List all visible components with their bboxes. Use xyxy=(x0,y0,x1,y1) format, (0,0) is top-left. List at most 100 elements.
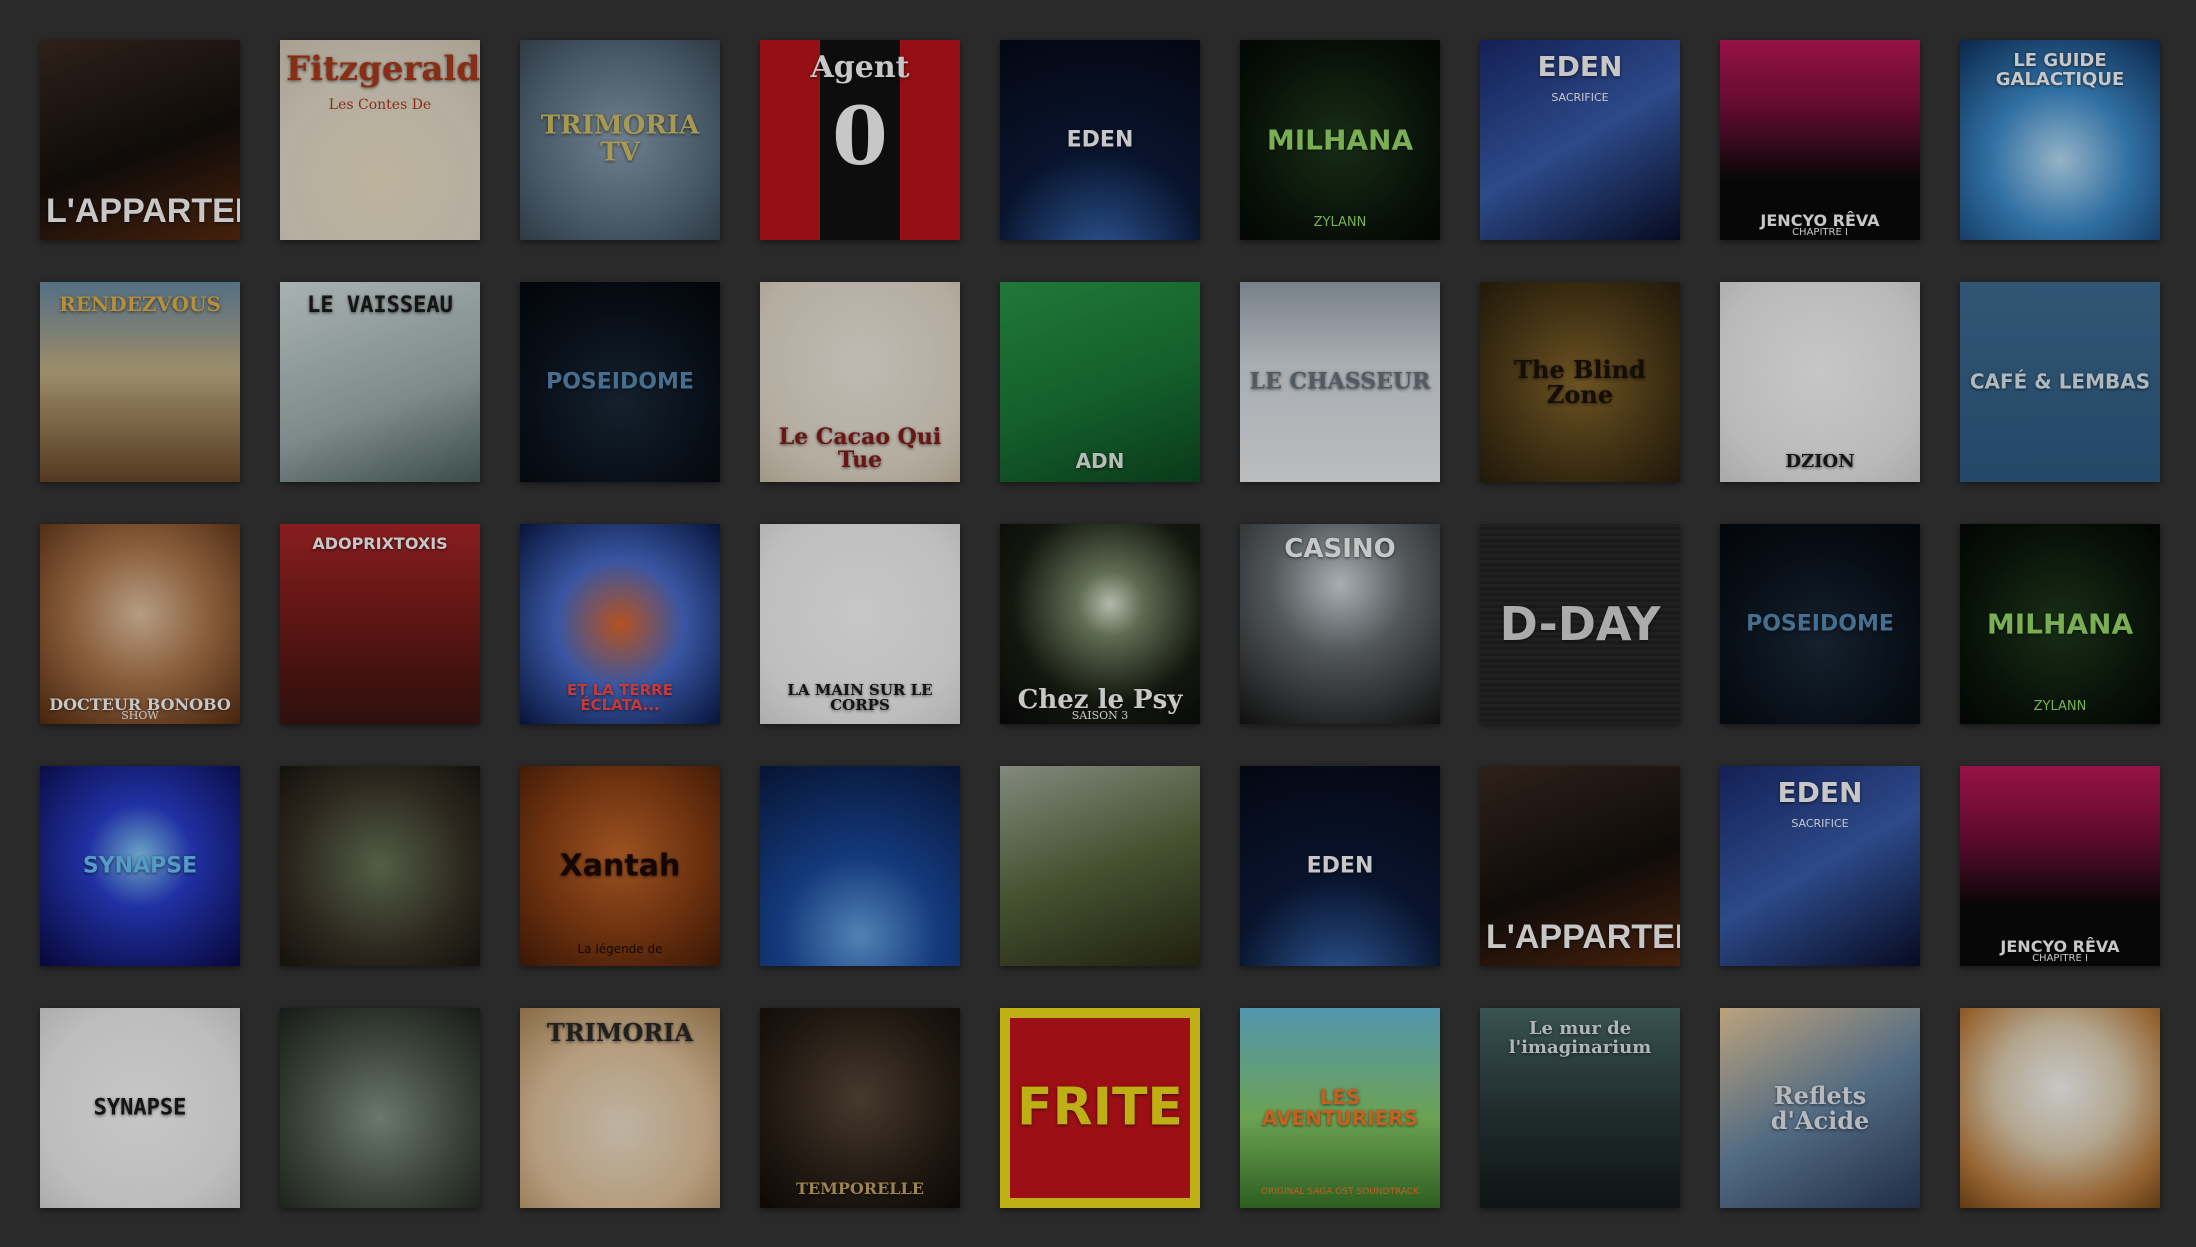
cover-title: Reflets d'Acide xyxy=(1770,1080,1870,1135)
cover-art xyxy=(760,766,960,966)
cover-art xyxy=(280,524,480,724)
cover-art xyxy=(1000,766,1200,966)
cover-title: ET LA TERRE ÉCLATA... xyxy=(567,680,673,715)
cover-art xyxy=(1960,766,2160,966)
cover-title: LA MAIN SUR LE CORPS xyxy=(787,680,933,715)
cover-tile[interactable] xyxy=(760,766,960,966)
cover-title: POSEIDOME xyxy=(546,369,694,395)
cover-title: Agent xyxy=(810,50,910,85)
cover-tile[interactable]: LE VAISSEAU xyxy=(280,282,480,482)
cover-tile[interactable]: D-DAY xyxy=(1480,524,1680,724)
cover-title: L'APPARTEMENT xyxy=(46,192,240,231)
cover-tile[interactable]: JENCYO RÊVA CHAPITRE I xyxy=(1720,40,1920,240)
cover-title: EDEN xyxy=(1066,127,1134,153)
cover-title: TRIMORIA xyxy=(546,1018,694,1047)
cover-tile[interactable]: ADN xyxy=(1000,282,1200,482)
cover-tile[interactable]: L'APPARTEMENT xyxy=(1480,766,1680,966)
cover-title: POSEIDOME xyxy=(1746,611,1894,637)
cover-tile[interactable] xyxy=(280,766,480,966)
cover-title: LE GUIDE GALACTIQUE xyxy=(1995,50,2125,90)
cover-tile[interactable]: MILHANA ZYLANN xyxy=(1960,524,2160,724)
cover-tile[interactable]: POSEIDOME xyxy=(520,282,720,482)
cover-title: LE VAISSEAU xyxy=(307,293,453,318)
cover-tile[interactable]: LA MAIN SUR LE CORPS xyxy=(760,524,960,724)
cover-tile[interactable]: RENDEZVOUS xyxy=(40,282,240,482)
cover-subtitle: SHOW xyxy=(121,708,159,722)
cover-tile[interactable] xyxy=(1000,766,1200,966)
cover-tile[interactable]: EDEN SACRIFICE xyxy=(1720,766,1920,966)
cover-tile[interactable] xyxy=(1960,1008,2160,1208)
cover-tile[interactable]: Fitzgerald Les Contes De xyxy=(280,40,480,240)
cover-tile[interactable]: Xantah La légende de xyxy=(520,766,720,966)
cover-title: DZION xyxy=(1785,451,1855,473)
cover-tile[interactable]: Le Cacao Qui Tue xyxy=(760,282,960,482)
cover-art xyxy=(1960,1008,2160,1208)
cover-title: SYNAPSE xyxy=(93,1095,187,1121)
cover-title: FRITE xyxy=(1017,1077,1183,1138)
cover-tile[interactable]: Reflets d'Acide xyxy=(1720,1008,1920,1208)
cover-subtitle: Les Contes De xyxy=(328,97,432,113)
cover-subtitle: SACRIFICE xyxy=(1551,91,1609,104)
cover-subtitle: ORIGINAL SAGA OST SOUNDTRACK xyxy=(1260,1187,1420,1198)
cover-tile[interactable]: LES AVENTURIERS ORIGINAL SAGA OST SOUNDTR… xyxy=(1240,1008,1440,1208)
cover-tile[interactable] xyxy=(280,1008,480,1208)
cover-tile[interactable]: TEMPORELLE xyxy=(760,1008,960,1208)
cover-title: TEMPORELLE xyxy=(796,1179,924,1199)
cover-title: MILHANA xyxy=(1986,607,2134,641)
cover-title: CASINO xyxy=(1284,534,1396,564)
cover-tile[interactable]: CAFÉ & LEMBAS xyxy=(1960,282,2160,482)
cover-art xyxy=(280,1008,480,1208)
cover-title: Le mur de l'imaginarium xyxy=(1508,1018,1652,1058)
cover-subtitle: ZYLANN xyxy=(2033,698,2087,714)
cover-title: ADN xyxy=(1075,449,1125,473)
cover-title: MILHANA xyxy=(1266,123,1414,157)
cover-tile[interactable]: CASINO xyxy=(1240,524,1440,724)
cover-art xyxy=(1720,40,1920,240)
cover-tile[interactable]: The Blind Zone xyxy=(1480,282,1680,482)
cover-title: L'APPARTEMENT xyxy=(1486,918,1680,957)
cover-tile[interactable]: LE CHASSEUR xyxy=(1240,282,1440,482)
cover-tile[interactable]: SYNAPSE xyxy=(40,766,240,966)
cover-art xyxy=(40,524,240,724)
cover-tile[interactable]: Agent 0 xyxy=(760,40,960,240)
cover-subtitle: 0 xyxy=(832,89,888,183)
cover-title: TRIMORIA TV xyxy=(540,110,700,168)
cover-title: SYNAPSE xyxy=(82,853,198,879)
cover-title: LES AVENTURIERS xyxy=(1261,1085,1419,1130)
cover-title: LE CHASSEUR xyxy=(1249,368,1431,395)
cover-tile[interactable]: Le mur de l'imaginarium xyxy=(1480,1008,1680,1208)
cover-tile[interactable]: POSEIDOME xyxy=(1720,524,1920,724)
cover-tile[interactable]: DOCTEUR BONOBO SHOW xyxy=(40,524,240,724)
cover-subtitle: SACRIFICE xyxy=(1791,817,1849,830)
cover-tile[interactable]: FRITE xyxy=(1000,1008,1200,1208)
cover-subtitle: SAISON 3 xyxy=(1071,708,1129,722)
cover-tile[interactable]: DZION xyxy=(1720,282,1920,482)
cover-subtitle: ZYLANN xyxy=(1313,214,1367,230)
cover-tile[interactable]: SYNAPSE xyxy=(40,1008,240,1208)
cover-tile[interactable]: TRIMORIA xyxy=(520,1008,720,1208)
cover-tile[interactable]: TRIMORIA TV xyxy=(520,40,720,240)
cover-title: EDEN xyxy=(1306,853,1374,879)
cover-art xyxy=(280,766,480,966)
cover-title: D-DAY xyxy=(1499,596,1661,651)
cover-title: Fitzgerald xyxy=(286,49,480,89)
cover-title: The Blind Zone xyxy=(1514,354,1646,409)
cover-art xyxy=(760,1008,960,1208)
cover-tile[interactable]: Chez le Psy SAISON 3 xyxy=(1000,524,1200,724)
cover-tile[interactable]: LE GUIDE GALACTIQUE xyxy=(1960,40,2160,240)
podcast-cover-grid: L'APPARTEMENT Fitzgerald Les Contes De TRIM… xyxy=(40,40,2160,1208)
cover-title: EDEN xyxy=(1537,50,1623,83)
cover-title: ADOPRIXTOXIS xyxy=(312,534,448,553)
cover-tile[interactable]: ADOPRIXTOXIS xyxy=(280,524,480,724)
cover-title: CAFÉ & LEMBAS xyxy=(1969,369,2151,394)
cover-tile[interactable]: EDEN xyxy=(1000,40,1200,240)
cover-tile[interactable]: JENCYO RÊVA CHAPITRE I xyxy=(1960,766,2160,966)
cover-title: Le Cacao Qui Tue xyxy=(778,423,942,473)
cover-title: EDEN xyxy=(1777,776,1863,809)
cover-tile[interactable]: EDEN SACRIFICE xyxy=(1480,40,1680,240)
cover-tile[interactable]: ET LA TERRE ÉCLATA... xyxy=(520,524,720,724)
cover-title: Xantah xyxy=(559,848,681,884)
cover-tile[interactable]: MILHANA ZYLANN xyxy=(1240,40,1440,240)
cover-tile[interactable]: EDEN xyxy=(1240,766,1440,966)
cover-tile[interactable]: L'APPARTEMENT xyxy=(40,40,240,240)
